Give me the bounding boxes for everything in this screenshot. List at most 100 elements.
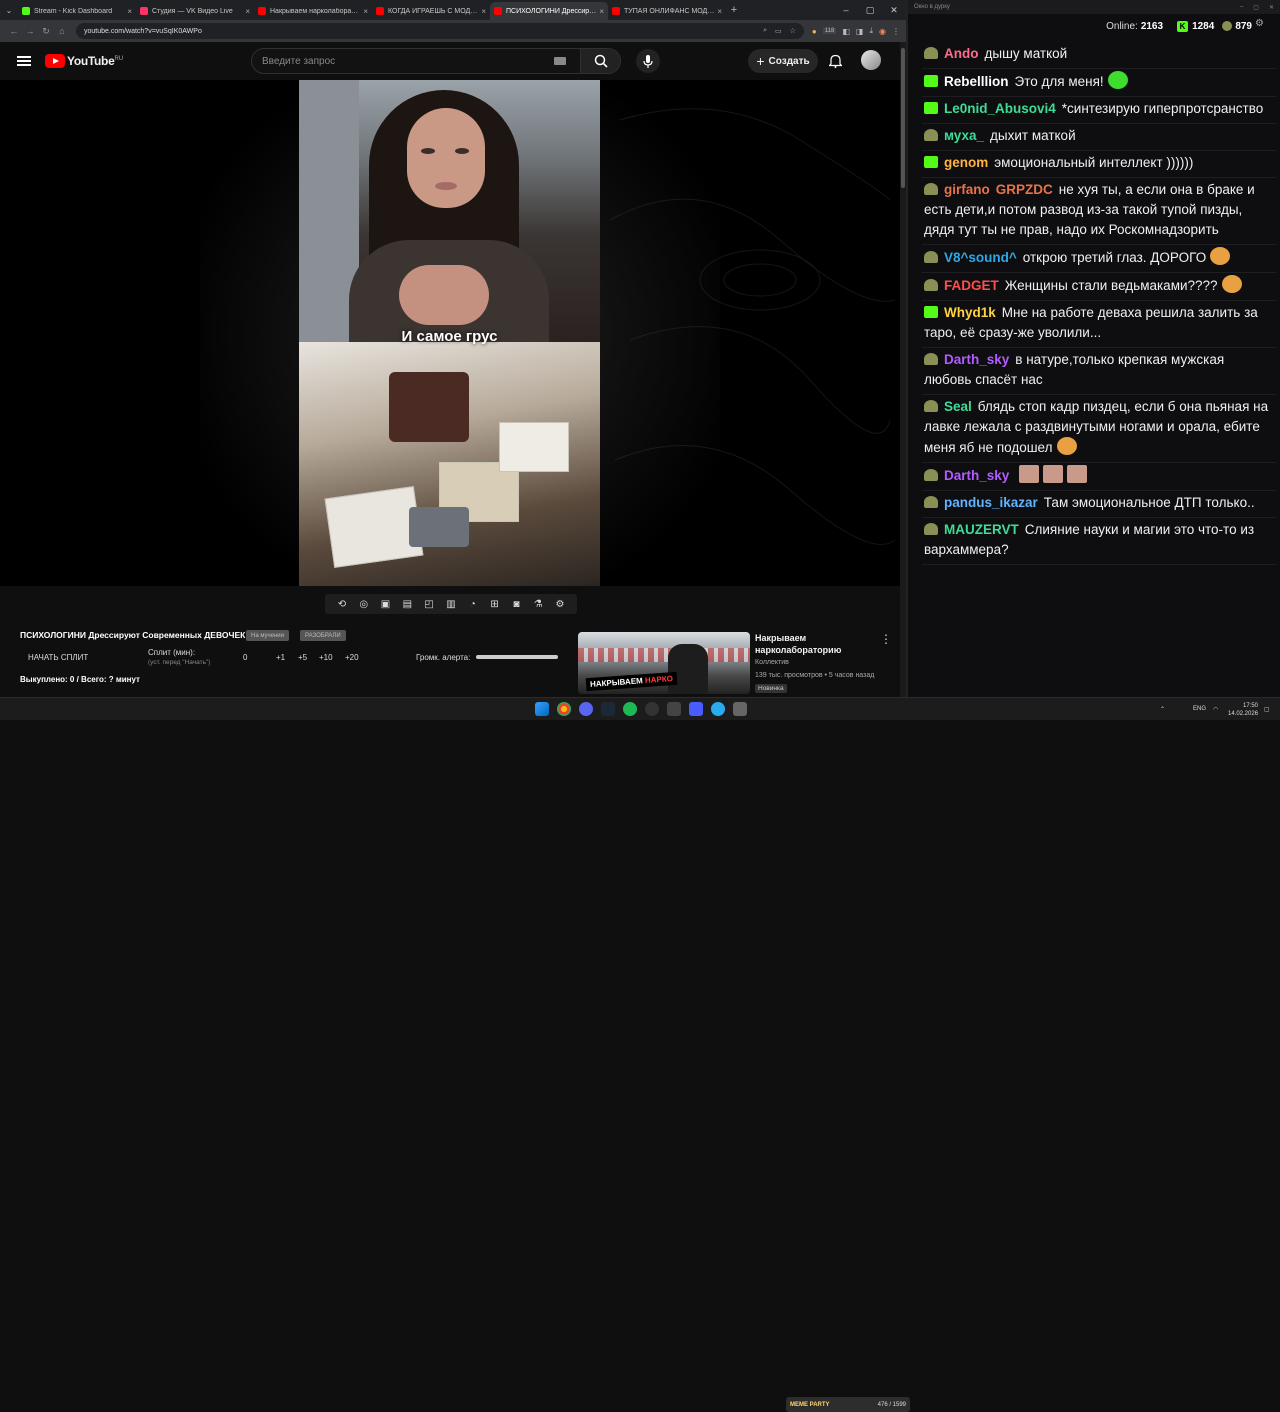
add-5-button[interactable]: +5	[298, 653, 307, 662]
tag-chip[interactable]: На мучении	[246, 630, 290, 641]
tab-close-icon[interactable]: ×	[599, 7, 604, 16]
camera-icon[interactable]: ◙	[510, 599, 523, 610]
close-window-icon[interactable]: ✕	[1269, 4, 1274, 11]
notification-icon[interactable]: ▢	[1264, 706, 1270, 713]
menu-icon[interactable]	[17, 56, 31, 66]
network-icon[interactable]: ◠	[1213, 706, 1218, 713]
player-icon[interactable]	[689, 702, 703, 716]
chat-username[interactable]: Whyd1k	[944, 305, 996, 320]
extension-badge[interactable]: 118	[822, 28, 837, 34]
chat-username[interactable]: MAUZERVT	[944, 522, 1019, 537]
minimize-icon[interactable]: –	[1240, 4, 1243, 11]
tab-1[interactable]: Студия — VK Видео Live ×	[136, 2, 254, 20]
more-options-icon[interactable]: ⋮	[880, 632, 892, 646]
app-icon[interactable]	[667, 702, 681, 716]
zoom-icon[interactable]: ⌕	[763, 27, 767, 35]
tab-close-icon[interactable]: ×	[717, 7, 722, 16]
tab-search-icon[interactable]: ⌄	[0, 0, 18, 20]
chat-username[interactable]: FADGET	[944, 278, 999, 293]
obs-icon[interactable]	[645, 702, 659, 716]
clock[interactable]: 17:50 14.02.2026	[1228, 702, 1258, 718]
language-indicator[interactable]: ENG	[1193, 706, 1206, 712]
recommended-title[interactable]: Накрываем нарколабораторию	[755, 632, 875, 656]
recommended-channel[interactable]: Коллектив	[755, 659, 789, 666]
start-split-button[interactable]: НАЧАТЬ СПЛИТ	[28, 653, 88, 662]
discord-icon[interactable]	[579, 702, 593, 716]
spotify-icon[interactable]	[623, 702, 637, 716]
avatar[interactable]	[861, 50, 881, 70]
extension-icon[interactable]: ◧	[842, 27, 850, 36]
keyboard-icon[interactable]	[554, 57, 566, 65]
chrome-icon[interactable]	[557, 702, 571, 716]
tab-5[interactable]: ТУПАЯ ОНЛИФАНС МОДЕЛЬ...×	[608, 2, 726, 20]
chat-settings-icon[interactable]: ⚙	[1255, 18, 1264, 29]
cast-icon[interactable]: ▭	[775, 27, 782, 35]
loop-icon[interactable]: ⟲	[335, 599, 348, 610]
chat-username[interactable]: V8^sound^	[944, 250, 1017, 265]
tab-3[interactable]: КОГДА ИГРАЕШЬ С МОДАМИ...×	[372, 2, 490, 20]
add-1-button[interactable]: +1	[276, 653, 285, 662]
gear-icon[interactable]: ⚙	[554, 599, 567, 610]
close-window-icon[interactable]: ✕	[882, 5, 906, 16]
youtube-logo[interactable]: YouTube RU	[45, 54, 123, 68]
extension-icon[interactable]: ●	[812, 27, 817, 36]
search-button[interactable]	[580, 49, 620, 73]
tray-icons[interactable]: ⌃	[1160, 706, 1165, 713]
split-value[interactable]: 0	[243, 653, 247, 662]
tab-close-icon[interactable]: ×	[245, 7, 250, 16]
tab-0[interactable]: Stream - Kick Dashboard ×	[18, 2, 136, 20]
chat-username[interactable]: муха_	[944, 128, 984, 143]
clapper-icon[interactable]: ▤	[401, 599, 414, 610]
tab-close-icon[interactable]: ×	[363, 7, 368, 16]
create-button[interactable]: + Создать	[748, 49, 818, 73]
tab-4[interactable]: ПСИХОЛОГИНИ Дрессирую... ×	[490, 2, 608, 20]
tab-close-icon[interactable]: ×	[481, 7, 486, 16]
alert-volume-slider[interactable]	[476, 655, 558, 659]
chat-username[interactable]: pandus_ikazar	[944, 495, 1038, 510]
profile-icon[interactable]: ◉	[879, 27, 886, 36]
chat-username[interactable]: girfano	[944, 182, 990, 197]
speed-icon[interactable]: ◔	[466, 599, 479, 610]
chat-username[interactable]: Ando	[944, 46, 979, 61]
flask-icon[interactable]: ⚗	[532, 599, 545, 610]
notifications-button[interactable]	[826, 52, 844, 70]
forward-icon[interactable]: →	[22, 26, 38, 36]
menu-kebab-icon[interactable]: ⋮	[892, 27, 900, 36]
extension-icon[interactable]: ◨	[856, 27, 864, 36]
search-input[interactable]	[252, 55, 554, 67]
chat-username[interactable]: Darth_sky	[944, 468, 1009, 483]
app-icon[interactable]	[733, 702, 747, 716]
bookmark-star-icon[interactable]: ☆	[790, 27, 796, 35]
chat-username[interactable]: Seal	[944, 399, 972, 414]
minimize-icon[interactable]: –	[834, 5, 858, 16]
broadcast-icon[interactable]: ◎	[357, 599, 370, 610]
steam-icon[interactable]	[601, 702, 615, 716]
add-20-button[interactable]: +20	[345, 653, 359, 662]
home-icon[interactable]: ⌂	[54, 26, 70, 36]
chat-username[interactable]: Le0nid_Abusovi4	[944, 101, 1056, 116]
subtitles-icon[interactable]: ▥	[444, 599, 457, 610]
maximize-icon[interactable]: ▢	[1253, 4, 1259, 11]
add-10-button[interactable]: +10	[319, 653, 333, 662]
start-icon[interactable]	[535, 702, 549, 716]
video-player[interactable]: И самое грус	[0, 80, 900, 586]
chat-username[interactable]: Rebelllion	[944, 74, 1009, 89]
new-tab-button[interactable]: +	[726, 4, 742, 16]
telegram-icon[interactable]	[711, 702, 725, 716]
chat-username[interactable]: Darth_sky	[944, 352, 1009, 367]
tag-chip[interactable]: РАЗОБРАЛИ	[300, 630, 346, 641]
add-screen-icon[interactable]: ⊞	[488, 599, 501, 610]
back-icon[interactable]: ←	[6, 26, 22, 36]
tab-2[interactable]: Накрываем нарколаборатори...×	[254, 2, 372, 20]
screen-eye-icon[interactable]: ▣	[379, 599, 392, 610]
chat-username[interactable]: genom	[944, 155, 988, 170]
url-field[interactable]: youtube.com/watch?v=vuSqIK0AWPo ⌕ ▭ ☆	[76, 23, 804, 39]
frame-icon[interactable]: ◰	[423, 599, 436, 610]
tab-close-icon[interactable]: ×	[127, 7, 132, 16]
voice-search-button[interactable]	[636, 49, 660, 73]
recommended-thumbnail[interactable]: НАКРЫВАЕМ НАРКО	[578, 632, 750, 694]
reload-icon[interactable]: ↻	[38, 26, 54, 37]
download-icon[interactable]: ⤓	[869, 26, 873, 36]
maximize-icon[interactable]: ▢	[858, 5, 882, 16]
music-widget[interactable]: MEME PARTY 476 / 1599	[786, 1397, 910, 1412]
